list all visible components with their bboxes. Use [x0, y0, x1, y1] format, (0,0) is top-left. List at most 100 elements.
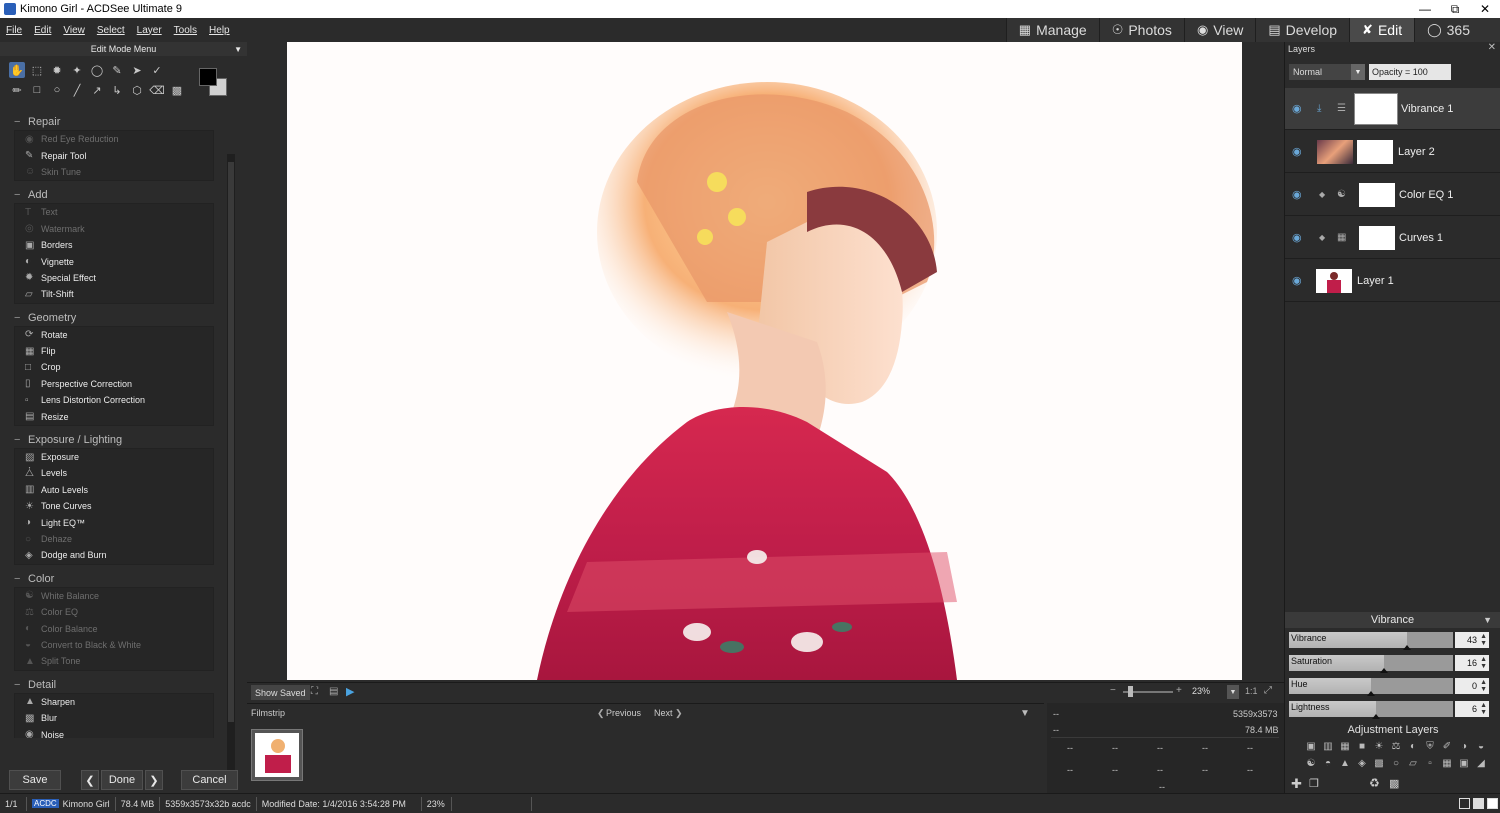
- filmstrip-collapse-icon[interactable]: ▼: [1020, 708, 1030, 719]
- saturation-slider[interactable]: Saturation 16 ▲ ▼: [1289, 655, 1489, 673]
- fit-icon[interactable]: ⤢: [1264, 685, 1272, 696]
- line-icon[interactable]: ╱: [69, 82, 85, 98]
- menu-item-special-effect[interactable]: ✹ Special Effect: [15, 270, 213, 286]
- layer-properties-icon[interactable]: ▩: [1389, 777, 1399, 790]
- slider-handle[interactable]: [1371, 714, 1380, 719]
- foreground-color[interactable]: [199, 68, 217, 86]
- menu-edit[interactable]: Edit: [28, 25, 57, 36]
- layer-row[interactable]: ◉ Layer 1: [1285, 260, 1500, 302]
- edit-mode-menu-header[interactable]: Edit Mode Menu ▼: [0, 42, 247, 56]
- vibrance-value[interactable]: 43 ▲ ▼: [1455, 632, 1489, 648]
- menu-item-sharpen[interactable]: ▲ Sharpen: [15, 694, 213, 710]
- eraser-icon[interactable]: ⌫: [149, 82, 165, 98]
- menu-file[interactable]: File: [0, 25, 28, 36]
- grid-icon[interactable]: ▦: [1439, 755, 1455, 771]
- edit-menu-scrollbar[interactable]: [227, 154, 235, 782]
- freehand-lasso-icon[interactable]: ◯: [89, 62, 105, 78]
- sharpen-icon[interactable]: ▲: [1337, 755, 1353, 771]
- layer-mask-thumbnail[interactable]: [1359, 182, 1395, 207]
- menu-select[interactable]: Select: [91, 25, 131, 36]
- menu-item-blur[interactable]: ▩ Blur: [15, 710, 213, 726]
- section-header-add[interactable]: − Add: [14, 187, 226, 203]
- menu-item-auto-levels[interactable]: ▥ Auto Levels: [15, 482, 213, 498]
- blend-mode-select[interactable]: Normal ▼: [1289, 64, 1365, 80]
- color-swatch[interactable]: [199, 64, 231, 96]
- merge-down-icon[interactable]: ⤓: [1317, 103, 1321, 114]
- menu-item-repair-tool[interactable]: ✎ Repair Tool: [15, 147, 213, 163]
- mode-365[interactable]: ◯ 365: [1414, 18, 1500, 42]
- vibrance-slider[interactable]: Vibrance 43 ▲ ▼: [1289, 632, 1489, 650]
- mask-icon[interactable]: ○: [1388, 755, 1404, 771]
- fullscreen-icon[interactable]: ⛶: [311, 686, 318, 697]
- saturation-value[interactable]: 16 ▲ ▼: [1455, 655, 1489, 671]
- section-header-geometry[interactable]: − Geometry: [14, 310, 226, 326]
- collapse-icon[interactable]: −: [14, 189, 28, 201]
- visibility-eye-icon[interactable]: ◉: [1292, 145, 1302, 158]
- show-saved-button[interactable]: Show Saved: [251, 685, 310, 700]
- menu-item-resize[interactable]: ▤ Resize: [15, 408, 213, 424]
- menu-item-crop[interactable]: □ Crop: [15, 359, 213, 375]
- color-eq-icon[interactable]: ☯: [1337, 189, 1346, 200]
- brush-icon[interactable]: ✐: [1439, 738, 1455, 754]
- exposure-icon[interactable]: ▣: [1303, 738, 1319, 754]
- hand-tool-icon[interactable]: ✋: [9, 62, 25, 78]
- hue-value[interactable]: 0 ▲ ▼: [1455, 678, 1489, 694]
- rectangle-icon[interactable]: □: [29, 82, 45, 98]
- add-layer-icon[interactable]: ✚: [1291, 776, 1302, 792]
- bw-icon[interactable]: ◒: [1473, 738, 1489, 754]
- gradient-icon[interactable]: ▩: [169, 82, 185, 98]
- zoom-dropdown[interactable]: ▼: [1227, 685, 1239, 699]
- curves-icon[interactable]: ▦: [1337, 738, 1353, 754]
- cancel-button[interactable]: Cancel: [181, 770, 238, 790]
- layer-row[interactable]: ◉ ◆ ☯ Color EQ 1: [1285, 174, 1500, 216]
- layer-row[interactable]: ◉ ◆ ▦ Curves 1: [1285, 217, 1500, 259]
- view-mode-icon[interactable]: [1459, 798, 1470, 809]
- visibility-eye-icon[interactable]: ◉: [1292, 274, 1302, 287]
- spinner-icon[interactable]: ▲ ▼: [1480, 702, 1487, 716]
- layer-mask-thumbnail[interactable]: [1354, 92, 1398, 125]
- brush-select-icon[interactable]: ✎: [109, 62, 125, 78]
- lasso-tool-icon[interactable]: ✹: [49, 62, 65, 78]
- sun-icon[interactable]: ☀: [1371, 738, 1387, 754]
- restore-button[interactable]: ⧉: [1440, 0, 1470, 18]
- delete-layer-icon[interactable]: ♻: [1369, 776, 1380, 790]
- menu-item-exposure[interactable]: ▨ Exposure: [15, 449, 213, 465]
- menu-item-levels[interactable]: ⧊ Levels: [15, 465, 213, 481]
- visibility-eye-icon[interactable]: ◉: [1292, 188, 1302, 201]
- mode-view[interactable]: ◉ View: [1183, 18, 1256, 42]
- next-link[interactable]: Next: [654, 708, 673, 718]
- filmstrip-thumbnail[interactable]: [251, 729, 303, 781]
- opacity-field[interactable]: Opacity = 100: [1369, 64, 1451, 80]
- menu-item-light-eq[interactable]: ◑ Light EQ™: [15, 514, 213, 530]
- layer-row[interactable]: ◉ Layer 2: [1285, 131, 1500, 173]
- menu-item-tilt-shift[interactable]: ▱ Tilt-Shift: [15, 286, 213, 302]
- pen-icon[interactable]: ✏: [9, 82, 25, 98]
- menu-item-lens-distortion-correction[interactable]: ▫ Lens Distortion Correction: [15, 392, 213, 408]
- zoom-out-icon[interactable]: −: [1110, 685, 1116, 696]
- shield-icon[interactable]: ⛨: [1422, 738, 1438, 754]
- menu-item-noise[interactable]: ◉ Noise: [15, 726, 213, 738]
- next-button[interactable]: ❯: [145, 770, 163, 790]
- image-icon[interactable]: ▣: [1456, 755, 1472, 771]
- levels-icon[interactable]: ▥: [1320, 738, 1336, 754]
- duplicate-layer-icon[interactable]: ❐: [1309, 777, 1319, 790]
- layer-row[interactable]: ◉ ⤓ ☰ Vibrance 1: [1285, 88, 1500, 130]
- arrow-icon[interactable]: ↗: [89, 82, 105, 98]
- play-icon[interactable]: ▶: [346, 685, 354, 698]
- visibility-eye-icon[interactable]: ◉: [1292, 231, 1302, 244]
- balance-icon[interactable]: ⚖: [1388, 738, 1404, 754]
- mode-develop[interactable]: ▤ Develop: [1255, 18, 1350, 42]
- menu-item-borders[interactable]: ▣ Borders: [15, 237, 213, 253]
- image-canvas[interactable]: [247, 42, 1284, 682]
- grain-icon[interactable]: ▫: [1422, 755, 1438, 771]
- histogram-icon[interactable]: ▤: [329, 686, 338, 697]
- menu-layer[interactable]: Layer: [131, 25, 168, 36]
- kimono-photo[interactable]: [287, 42, 1242, 680]
- spinner-icon[interactable]: ▲ ▼: [1480, 679, 1487, 693]
- gradient-icon[interactable]: ◢: [1473, 755, 1489, 771]
- spinner-icon[interactable]: ▲ ▼: [1480, 656, 1487, 670]
- layer-mask-thumbnail[interactable]: [1357, 139, 1393, 164]
- section-header-detail[interactable]: − Detail: [14, 677, 226, 693]
- chevron-down-icon[interactable]: ▼: [1483, 615, 1492, 625]
- layer-thumbnail[interactable]: [1316, 268, 1352, 293]
